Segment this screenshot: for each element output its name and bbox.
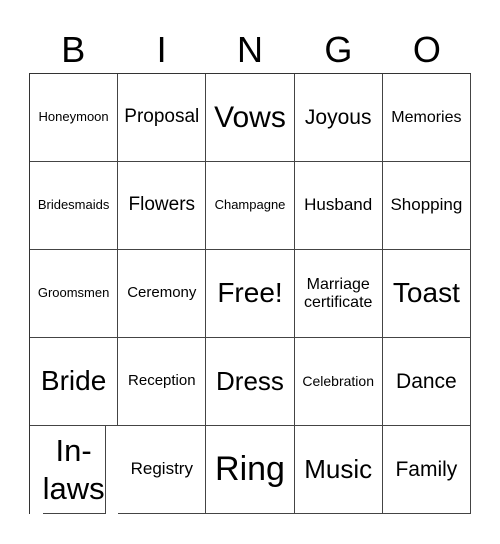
bingo-cell[interactable]: Memories: [382, 74, 471, 162]
bingo-cell[interactable]: Dress: [206, 338, 295, 426]
header-letter-i: I: [156, 29, 167, 70]
bingo-cell[interactable]: Champagne: [206, 162, 295, 250]
bingo-cell[interactable]: Bridesmaids: [30, 162, 119, 250]
header-letter-o: O: [412, 29, 441, 70]
bingo-cell[interactable]: Music: [294, 426, 383, 514]
bingo-cell[interactable]: Shopping: [382, 162, 471, 250]
header-letter-b: B: [61, 29, 86, 70]
header-letter-g: G: [324, 29, 353, 70]
bingo-cell[interactable]: Dance: [382, 338, 471, 426]
bingo-cell[interactable]: Reception: [118, 338, 207, 426]
bingo-grid: Honeymoon Proposal Vows Joyous Memories …: [29, 73, 471, 514]
bingo-cell[interactable]: Honeymoon: [30, 74, 119, 162]
bingo-cell[interactable]: Vows: [206, 74, 295, 162]
bingo-cell[interactable]: Ring: [206, 426, 295, 514]
bingo-cell[interactable]: Toast: [382, 250, 471, 338]
bingo-cell[interactable]: Marriage certificate: [294, 250, 383, 338]
header-letter-n: N: [237, 29, 264, 70]
bingo-cell[interactable]: Groomsmen: [30, 250, 119, 338]
bingo-cell[interactable]: Celebration: [294, 338, 383, 426]
bingo-cell[interactable]: Bride: [30, 338, 119, 426]
bingo-cell[interactable]: Husband: [294, 162, 383, 250]
bingo-cell[interactable]: Registry: [118, 426, 207, 514]
bingo-cell[interactable]: Proposal: [118, 74, 207, 162]
bingo-header: B I N G O: [29, 28, 471, 72]
bingo-cell[interactable]: Flowers: [118, 162, 207, 250]
bingo-cell[interactable]: Ceremony: [118, 250, 207, 338]
bingo-cell[interactable]: Joyous: [294, 74, 383, 162]
bingo-cell[interactable]: Family: [382, 426, 471, 514]
bingo-cell[interactable]: In-laws: [42, 426, 106, 514]
bingo-cell-free[interactable]: Free!: [206, 250, 295, 338]
